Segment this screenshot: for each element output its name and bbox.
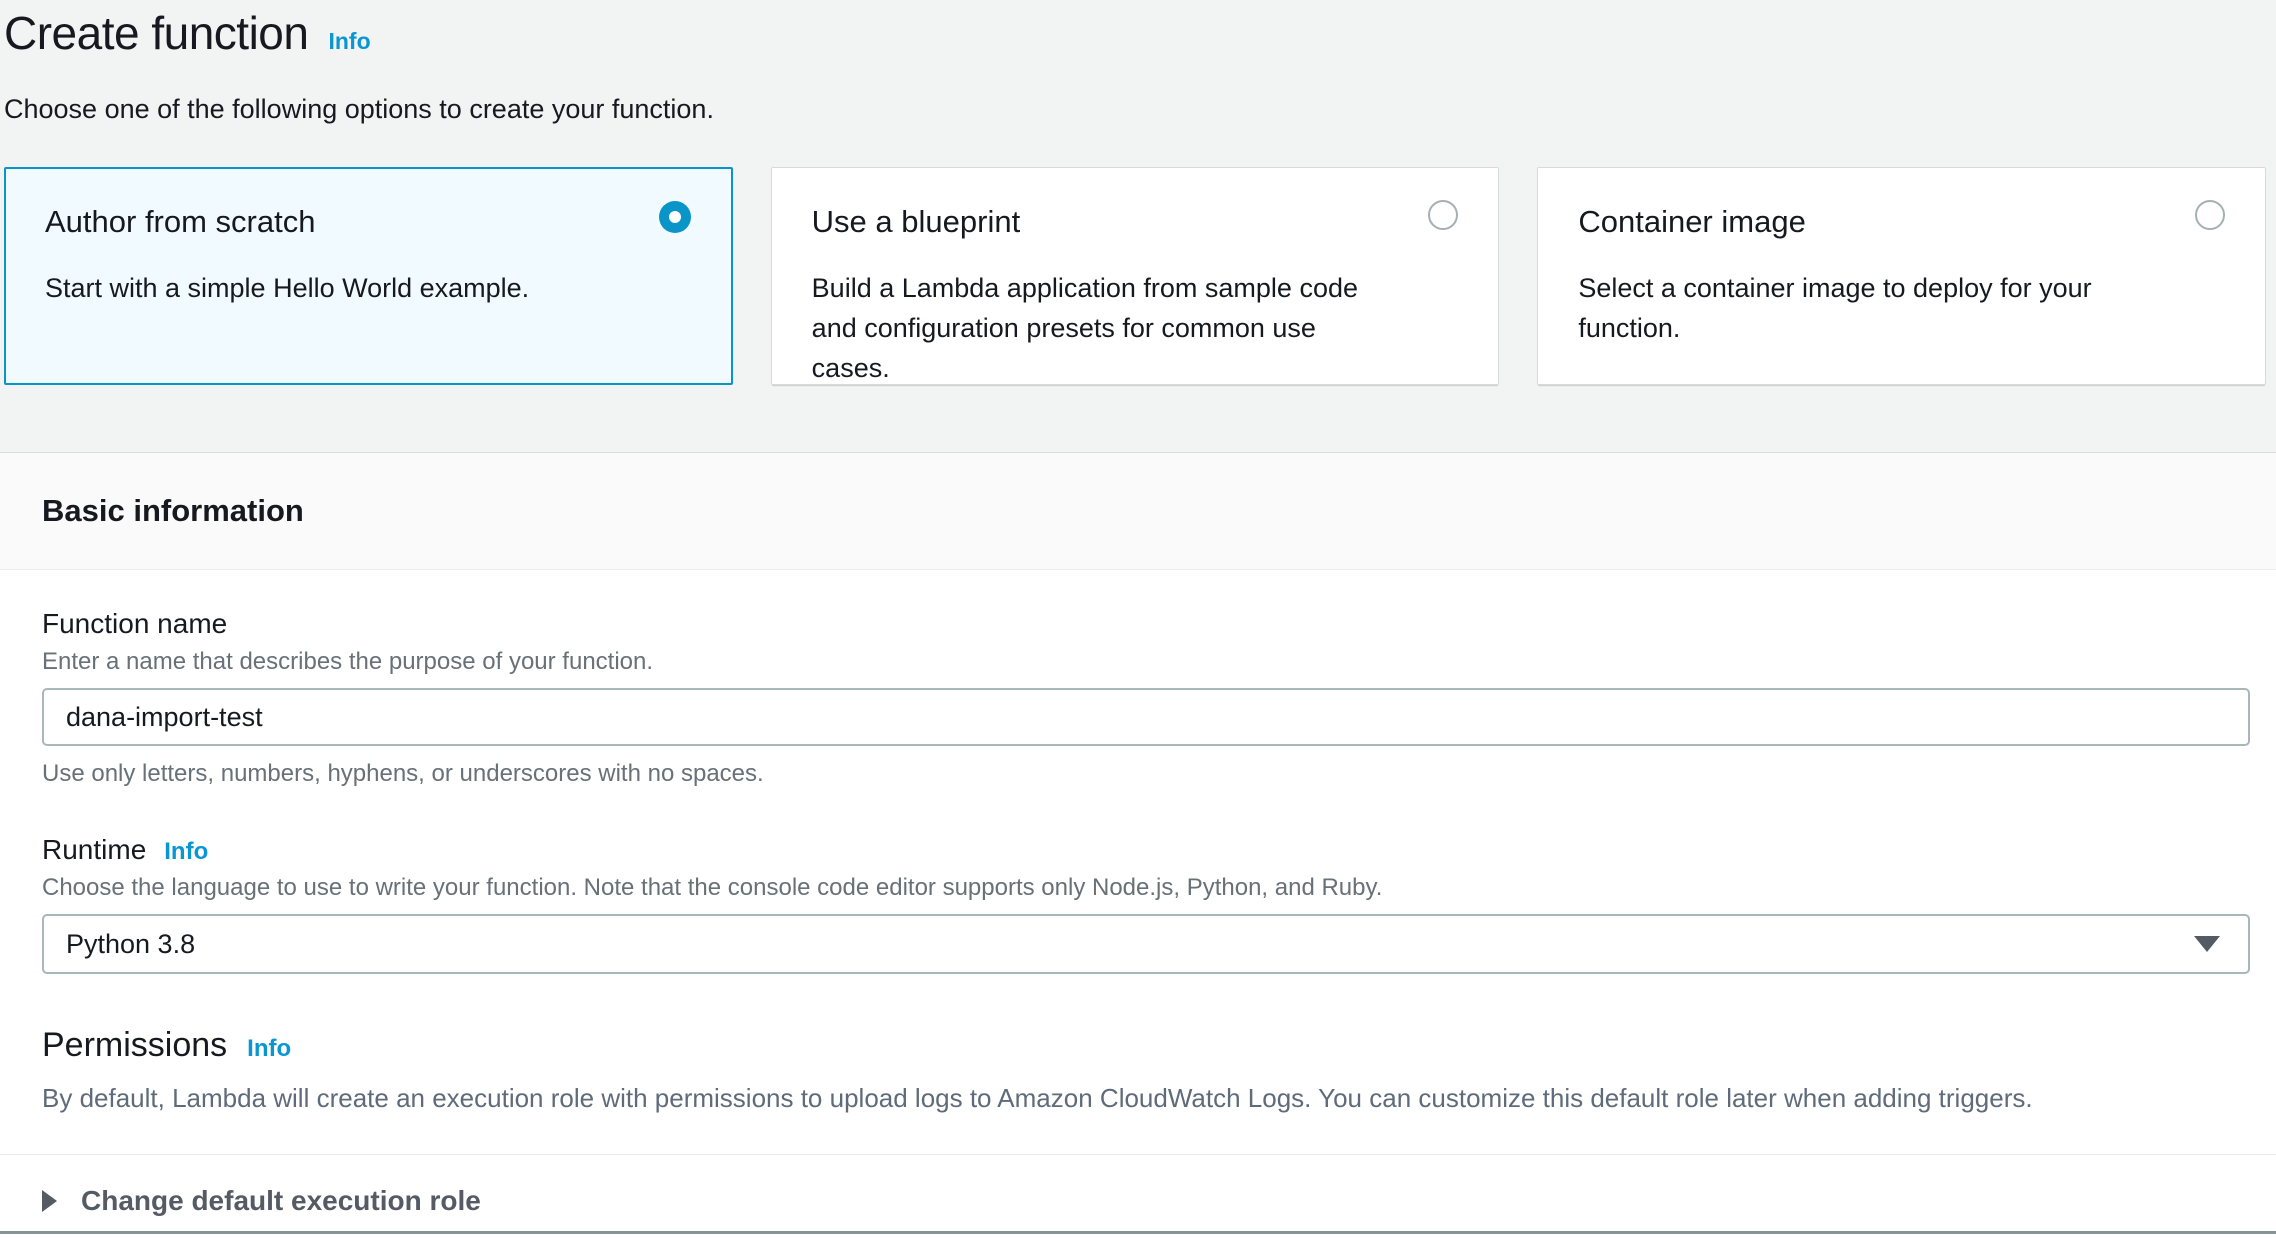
- title-row: Create function Info: [4, 6, 2266, 60]
- function-name-block: Function name Enter a name that describe…: [42, 608, 2250, 788]
- radio-selected-icon[interactable]: [659, 201, 691, 233]
- bottom-section-border: [0, 1231, 2276, 1234]
- creation-option-cards: Author from scratch Start with a simple …: [4, 167, 2266, 385]
- runtime-description: Choose the language to use to write your…: [42, 874, 2250, 902]
- permissions-heading-row: Permissions Info: [42, 1026, 2250, 1065]
- permissions-info-link[interactable]: Info: [247, 1035, 291, 1063]
- page-title: Create function: [4, 6, 308, 60]
- basic-information-heading: Basic information: [42, 493, 304, 529]
- expander-label: Change default execution role: [81, 1185, 481, 1217]
- option-card-container-image[interactable]: Container image Select a container image…: [1537, 167, 2266, 385]
- runtime-select[interactable]: Python 3.8: [42, 914, 2250, 974]
- basic-information-panel: Basic information Function name Enter a …: [0, 452, 2276, 1217]
- option-card-title: Author from scratch: [45, 204, 692, 240]
- runtime-label-row: Runtime Info: [42, 834, 2250, 866]
- page-header-area: Create function Info Choose one of the f…: [0, 0, 2276, 452]
- caret-right-icon: [42, 1190, 57, 1212]
- runtime-label: Runtime: [42, 834, 146, 866]
- permissions-heading: Permissions: [42, 1026, 227, 1065]
- basic-information-form: Function name Enter a name that describe…: [0, 608, 2276, 1114]
- change-default-execution-role-expander[interactable]: Change default execution role: [0, 1155, 2276, 1217]
- option-card-title: Use a blueprint: [812, 204, 1459, 240]
- option-card-author-from-scratch[interactable]: Author from scratch Start with a simple …: [4, 167, 733, 385]
- radio-unselected-icon[interactable]: [2195, 200, 2225, 230]
- function-name-constraint: Use only letters, numbers, hyphens, or u…: [42, 760, 2250, 788]
- function-name-label: Function name: [42, 608, 2250, 640]
- option-card-description: Build a Lambda application from sample c…: [812, 268, 1459, 388]
- page-title-info-link[interactable]: Info: [328, 28, 370, 55]
- basic-information-header: Basic information: [0, 452, 2276, 570]
- option-card-description: Select a container image to deploy for y…: [1578, 268, 2225, 348]
- function-name-description: Enter a name that describes the purpose …: [42, 648, 2250, 676]
- function-name-input[interactable]: [42, 688, 2250, 746]
- permissions-description: By default, Lambda will create an execut…: [42, 1083, 2250, 1114]
- option-card-title: Container image: [1578, 204, 2225, 240]
- chevron-down-icon: [2194, 936, 2220, 952]
- option-card-use-a-blueprint[interactable]: Use a blueprint Build a Lambda applicati…: [771, 167, 1500, 385]
- page-subtitle: Choose one of the following options to c…: [4, 94, 2266, 125]
- runtime-info-link[interactable]: Info: [164, 838, 208, 866]
- runtime-selected-value: Python 3.8: [66, 929, 195, 960]
- runtime-block: Runtime Info Choose the language to use …: [42, 834, 2250, 974]
- option-card-description: Start with a simple Hello World example.: [45, 268, 692, 308]
